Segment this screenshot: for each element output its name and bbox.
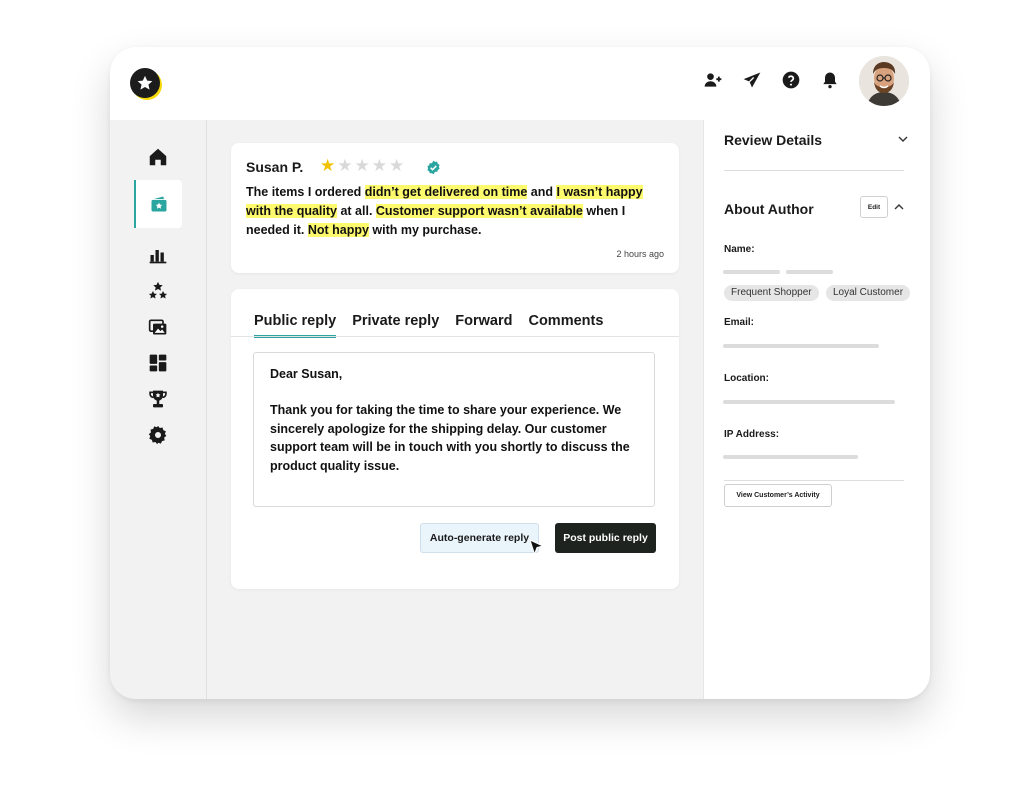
star-icon: ★	[371, 156, 387, 175]
details-panel: Review Details About Author Edit Name: F…	[703, 120, 930, 699]
reply-card: Public reply Private reply Forward Comme…	[231, 289, 679, 589]
review-text-segment: and	[527, 185, 557, 199]
sidebar-item-home[interactable]	[134, 133, 182, 181]
divider	[724, 170, 904, 171]
review-text-segment: with my purchase.	[368, 223, 482, 237]
tab-forward[interactable]: Forward	[455, 313, 512, 338]
star-icon: ★	[337, 156, 353, 175]
divider	[724, 480, 904, 481]
post-public-reply-button[interactable]: Post public reply	[555, 523, 656, 553]
about-author-title: About Author	[724, 201, 814, 217]
sidebar-item-reviews[interactable]	[134, 180, 182, 228]
analytics-icon	[149, 250, 167, 264]
name-placeholder	[786, 270, 833, 274]
review-text-segment: at all.	[336, 204, 376, 218]
chevron-up-icon[interactable]	[893, 200, 905, 218]
view-customer-activity-button[interactable]: View Customer’s Activity	[724, 484, 832, 507]
top-bar	[110, 47, 930, 120]
tag-frequent-shopper: Frequent Shopper	[724, 285, 819, 301]
name-label: Name:	[724, 244, 755, 255]
bell-icon[interactable]	[819, 69, 840, 90]
ratings-icon	[148, 281, 168, 299]
tabs-divider	[231, 336, 679, 337]
highlighted-phrase: Not happy	[307, 223, 369, 237]
auto-generate-reply-button[interactable]: Auto-generate reply	[420, 523, 539, 553]
send-icon[interactable]	[741, 69, 762, 90]
highlighted-phrase: didn’t get delivered on time	[364, 185, 528, 199]
ip-placeholder	[723, 455, 858, 459]
reply-body: Thank you for taking the time to share y…	[270, 403, 630, 473]
review-timestamp: 2 hours ago	[616, 249, 664, 259]
home-icon	[149, 148, 167, 166]
settings-icon	[148, 425, 167, 445]
sidebar-item-settings[interactable]	[134, 411, 182, 459]
review-card: Susan P. ★ ★ ★ ★ ★ The items I ordered didn’…	[231, 143, 679, 273]
email-placeholder	[723, 344, 879, 348]
review-text: The items I ordered didn’t get delivered…	[246, 183, 666, 240]
reply-tabs: Public reply Private reply Forward Comme…	[254, 313, 603, 338]
dashboard-icon	[149, 354, 167, 372]
tab-comments[interactable]: Comments	[528, 313, 603, 338]
app-window: Susan P. ★ ★ ★ ★ ★ The items I ordered didn’…	[110, 47, 930, 699]
star-icon: ★	[320, 156, 336, 175]
reply-textarea[interactable]: Dear Susan, Thank you for taking the tim…	[253, 352, 655, 507]
avatar[interactable]	[859, 56, 909, 106]
add-user-icon[interactable]	[702, 69, 723, 90]
review-details-title: Review Details	[724, 132, 823, 148]
media-icon	[148, 319, 167, 335]
tab-private-reply[interactable]: Private reply	[352, 313, 439, 338]
logo-star-icon[interactable]	[130, 68, 160, 98]
star-icon: ★	[354, 156, 370, 175]
chevron-down-icon[interactable]	[897, 132, 909, 150]
tag-loyal-customer: Loyal Customer	[826, 285, 911, 301]
mouse-cursor-icon	[529, 539, 545, 562]
sidebar	[110, 120, 207, 699]
verified-badge-icon	[426, 160, 441, 180]
trophy-icon	[149, 390, 167, 408]
location-placeholder	[723, 400, 895, 404]
location-label: Location:	[724, 373, 769, 384]
tab-public-reply[interactable]: Public reply	[254, 313, 337, 338]
reviewer-name: Susan P.	[246, 159, 304, 175]
edit-author-button[interactable]: Edit	[860, 196, 888, 218]
email-label: Email:	[724, 317, 755, 328]
highlighted-phrase: Customer support wasn’t available	[375, 204, 583, 218]
reply-greeting: Dear Susan,	[270, 367, 343, 381]
main-content: Susan P. ★ ★ ★ ★ ★ The items I ordered didn’…	[207, 120, 702, 699]
help-icon[interactable]	[780, 69, 801, 90]
header-actions	[702, 69, 840, 90]
review-text-segment: The items I ordered	[246, 185, 365, 199]
star-icon: ★	[389, 156, 405, 175]
name-placeholder	[723, 270, 780, 274]
reviews-icon	[151, 196, 167, 212]
ip-address-label: IP Address:	[724, 429, 780, 440]
star-rating: ★ ★ ★ ★ ★	[320, 157, 404, 175]
